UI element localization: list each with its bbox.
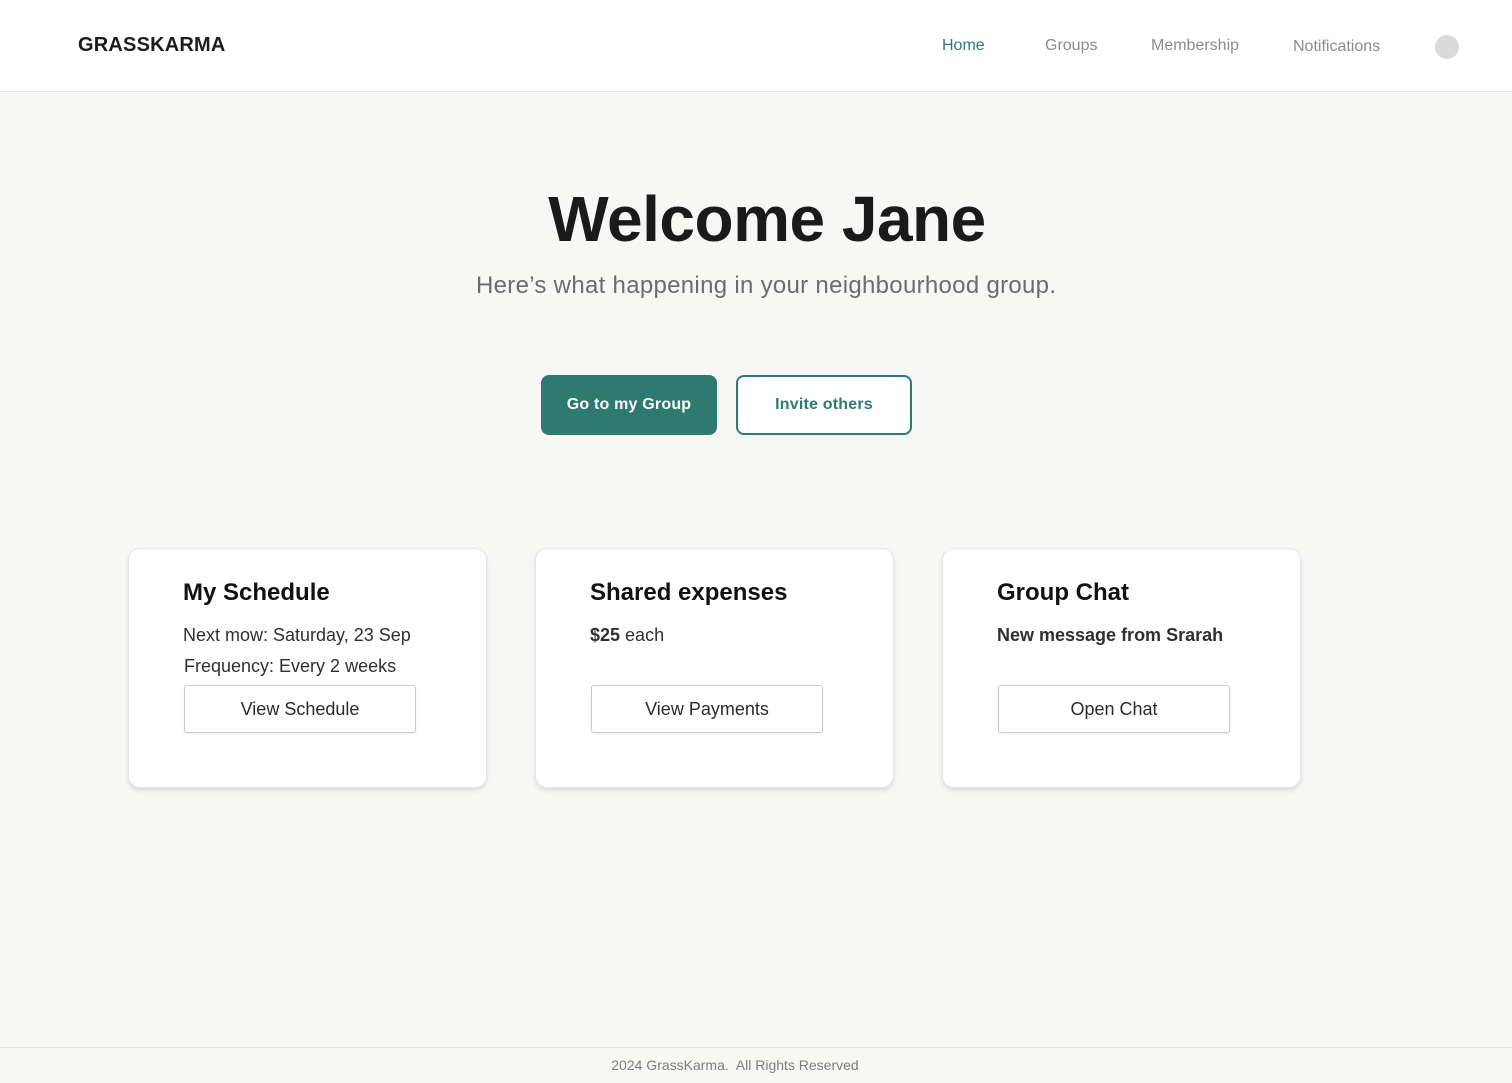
view-schedule-button[interactable]: View Schedule <box>184 685 416 733</box>
schedule-card-title: My Schedule <box>183 579 330 606</box>
user-avatar[interactable] <box>1435 35 1459 59</box>
nav-notifications[interactable]: Notifications <box>1293 38 1380 56</box>
expense-amount-suffix: each <box>620 625 665 645</box>
invite-others-button[interactable]: Invite others <box>736 375 912 435</box>
open-chat-button[interactable]: Open Chat <box>998 685 1230 733</box>
chat-card-title: Group Chat <box>997 579 1129 606</box>
welcome-heading: Welcome Jane <box>548 183 986 255</box>
nav-membership[interactable]: Membership <box>1151 37 1239 55</box>
expenses-card-title: Shared expenses <box>590 579 788 606</box>
copyright-text: 2024 GrassKarma. All Rights Reserved <box>611 1057 859 1073</box>
chat-new-message: New message from Srarah <box>997 625 1224 645</box>
next-mow-text: Next mow: Saturday, 23 Sep <box>183 625 411 645</box>
page-footer: 2024 GrassKarma. All Rights Reserved <box>0 1047 1512 1083</box>
expenses-card: Shared expenses $25 each View Payments <box>535 548 894 788</box>
frequency-text: Frequency: Every 2 weeks <box>184 656 397 676</box>
top-nav-bar: GRASSKARMA Home Groups Membership Notifi… <box>0 0 1512 92</box>
expense-amount: $25 <box>590 625 621 645</box>
view-payments-button[interactable]: View Payments <box>591 685 823 733</box>
go-to-group-button[interactable]: Go to my Group <box>541 375 717 435</box>
schedule-card: My Schedule Next mow: Saturday, 23 Sep F… <box>128 548 487 788</box>
expense-amount-line: $25 each <box>590 625 664 646</box>
nav-groups[interactable]: Groups <box>1045 37 1097 55</box>
group-chat-card: Group Chat New message from Srarah Open … <box>942 548 1301 788</box>
welcome-subtitle: Here’s what happening in your neighbourh… <box>476 272 1057 299</box>
nav-home[interactable]: Home <box>942 37 985 55</box>
brand-logo[interactable]: GRASSKARMA <box>78 34 226 57</box>
